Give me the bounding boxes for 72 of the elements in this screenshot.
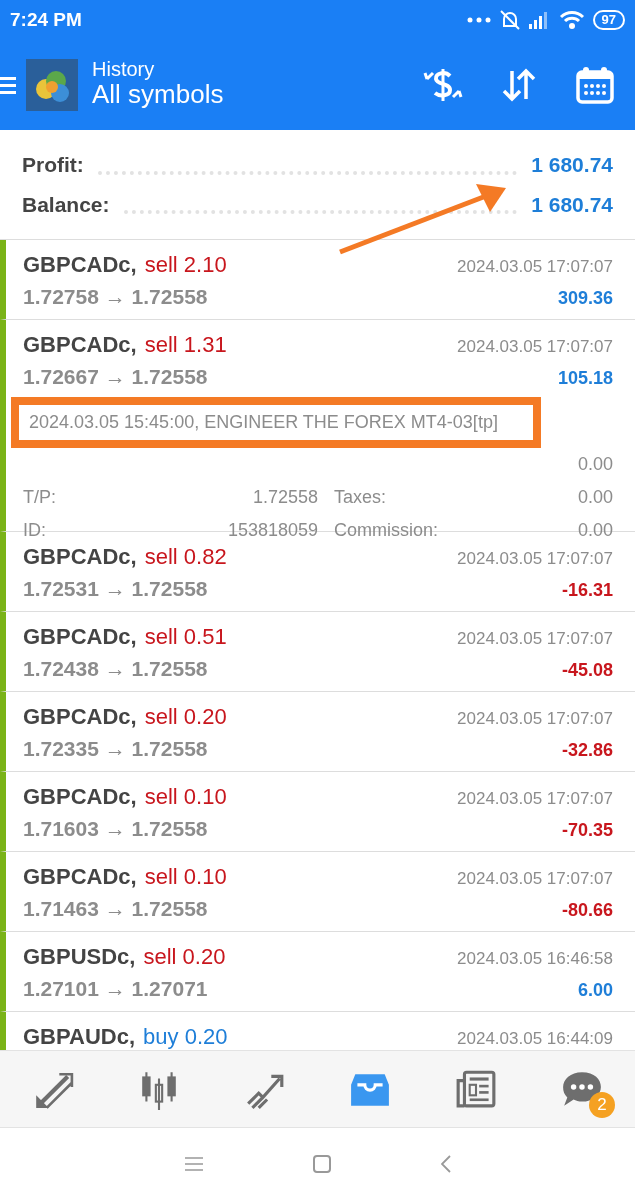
symbol-text: GBPUSDc, (23, 943, 136, 971)
deal-type-text: sell 0.20 (143, 943, 226, 971)
battery-indicator: 97 (592, 10, 625, 30)
home-icon[interactable] (312, 1155, 331, 1173)
annotation-highlight: 2024.03.05 15:45:00, ENGINEER THE FOREX MT4-03[tp] (11, 396, 541, 448)
clock-text: 7:24 PM (10, 7, 82, 32)
price-text: 1.71463 → 1.72558 (23, 896, 208, 922)
deal-type-text: sell 0.82 (144, 543, 227, 571)
profit-text: -70.35 (561, 819, 613, 842)
screen-subtitle: All symbols (92, 79, 224, 111)
profit-text: -32.86 (561, 739, 613, 762)
deal-time-text: 2024.03.05 16:46:58 (457, 948, 613, 970)
screen-title: History (92, 59, 156, 80)
symbol-text: GBPCADc, (23, 623, 137, 651)
symbol-text: GBPCADc, (23, 251, 137, 279)
symbol-text: GBPCADc, (23, 863, 137, 891)
detail-label: Taxes: (334, 485, 387, 509)
symbol-text: GBPCADc, (23, 783, 137, 811)
deal-type-text: buy 0.20 (143, 1023, 228, 1050)
recents-icon[interactable] (184, 1157, 203, 1171)
deal-type-text: sell 0.10 (144, 863, 227, 891)
price-text: 1.72531 → 1.72558 (23, 576, 208, 602)
deal-time-text: 2024.03.05 17:07:07 (457, 336, 613, 358)
summary-label: Balance: (22, 191, 110, 218)
price-text: 1.72667 → 1.72558 (23, 364, 208, 390)
more-icon (466, 17, 491, 23)
symbol-text: GBPCADc, (23, 331, 137, 359)
detail-value: 1.72558 (252, 485, 318, 509)
summary-value: 1 680.74 (531, 152, 613, 178)
detail-value: 0.00 (577, 518, 613, 542)
deal-time-text: 2024.03.05 16:44:09 (457, 1028, 613, 1050)
newspaper-icon[interactable] (455, 1068, 498, 1110)
muted-bell-icon (498, 9, 521, 31)
price-text: 1.71603 → 1.72558 (23, 816, 208, 842)
price-text: 1.72438 → 1.72558 (23, 656, 208, 682)
profit-text: -45.08 (561, 659, 613, 682)
back-icon[interactable] (440, 1155, 451, 1173)
detail-label: T/P: (23, 485, 56, 509)
profit-text: -16.31 (561, 579, 613, 602)
detail-label: ID: (23, 518, 46, 542)
deal-type-text: sell 0.51 (144, 623, 227, 651)
profit-text: 309.36 (557, 287, 613, 310)
price-text: 1.72335 → 1.72558 (23, 736, 208, 762)
calendar-icon[interactable] (575, 65, 615, 105)
detail-value: 0.00 (577, 485, 613, 509)
detail-value: 153818059 (227, 518, 318, 542)
deal-time-text: 2024.03.05 17:07:07 (457, 548, 613, 570)
detail-value: 0.00 (577, 452, 613, 476)
deal-time-text: 2024.03.05 17:07:07 (457, 868, 613, 890)
symbol-text: GBPCADc, (23, 543, 137, 571)
deal-type-text: sell 0.10 (144, 783, 227, 811)
symbol-text: GBPAUDc, (23, 1023, 136, 1050)
deal-time-text: 2024.03.05 17:07:07 (457, 256, 613, 278)
price-text: 1.27101 → 1.27071 (23, 976, 208, 1002)
deal-type-text: sell 1.31 (144, 331, 227, 359)
symbol-text: GBPCADc, (23, 703, 137, 731)
profit-text: 6.00 (577, 979, 613, 1002)
profit-text: -80.66 (561, 899, 613, 922)
summary-value: 1 680.74 (531, 191, 613, 218)
detail-label: Commission: (334, 518, 439, 542)
deal-type-text: sell 0.20 (144, 703, 227, 731)
app-logo-icon (26, 59, 78, 111)
profit-text: 105.18 (557, 367, 613, 390)
deal-time-text: 2024.03.05 17:07:07 (457, 628, 613, 650)
wifi-icon (558, 10, 585, 30)
notification-count: 2 (589, 1092, 616, 1118)
summary-label: Profit: (22, 152, 84, 178)
menu-icon[interactable] (0, 76, 16, 94)
price-text: 1.72758 → 1.72558 (23, 284, 208, 310)
deal-time-text: 2024.03.05 17:07:07 (457, 788, 613, 810)
deal-time-text: 2024.03.05 17:07:07 (457, 708, 613, 730)
deal-type-text: sell 2.10 (144, 251, 227, 279)
